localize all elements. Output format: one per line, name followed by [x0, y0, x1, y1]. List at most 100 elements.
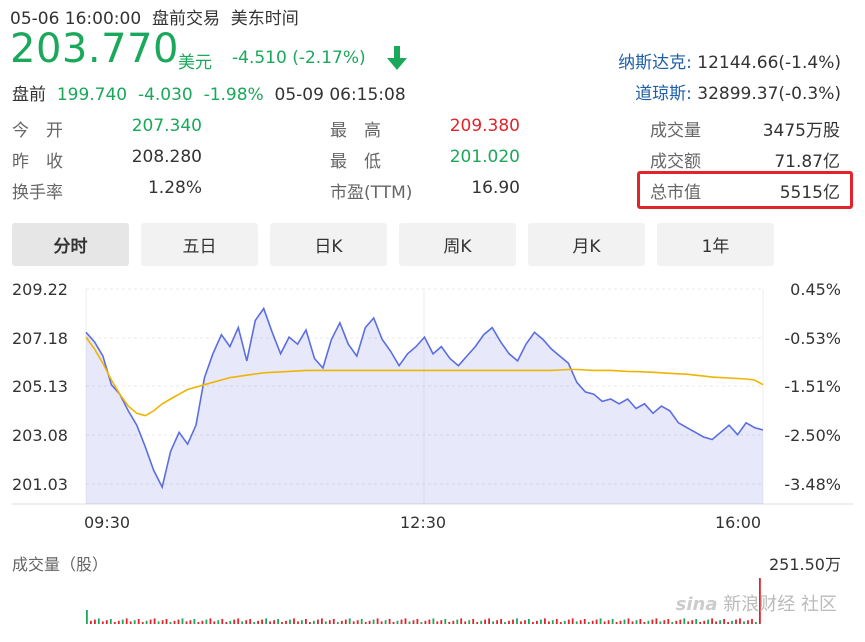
volume-bar [428, 619, 431, 624]
volume-bar [404, 618, 407, 624]
volume-bar [189, 620, 192, 624]
volume-bar [193, 619, 196, 624]
volume-bar [380, 621, 383, 624]
volume-bar [488, 618, 490, 624]
volume-bar [109, 619, 112, 624]
volume-bar [755, 622, 757, 624]
volume-bar [591, 620, 594, 624]
volume-bar [217, 620, 220, 624]
volume-bar [540, 619, 542, 624]
volume-bar [177, 619, 180, 624]
volume-bar [504, 622, 506, 624]
volume-bar [727, 622, 729, 624]
volume-bar [301, 620, 303, 624]
volume-bar [583, 619, 586, 624]
volume-bar [348, 618, 351, 624]
volume-bar [90, 620, 92, 624]
volume-bar [484, 619, 486, 624]
volume-bar [667, 619, 670, 624]
volume-bar [205, 619, 208, 624]
volume-bar [396, 620, 399, 624]
volume-bar [520, 621, 522, 624]
volume-bar [344, 619, 347, 624]
volume-bar [623, 619, 626, 624]
volume-bar [117, 620, 120, 624]
volume-bar [408, 621, 411, 624]
volume-bar [392, 622, 395, 624]
volume-bar [388, 619, 391, 624]
volume-bar [197, 622, 200, 624]
volume-bar [328, 620, 331, 624]
volume-bar [336, 622, 339, 624]
volume-bar [424, 620, 427, 624]
volume-bar [94, 619, 96, 624]
volume-bar [460, 618, 463, 624]
volume-bar [671, 622, 674, 624]
volume-bar [472, 619, 475, 624]
volume-bar [400, 619, 403, 624]
volume-bar [129, 621, 132, 624]
volume-bar [715, 621, 717, 624]
volume-bar [165, 619, 168, 624]
volume-max: 251.50万 [769, 555, 841, 574]
volume-bar [297, 621, 299, 624]
volume-bar [161, 620, 164, 624]
volume-bar [137, 619, 140, 624]
volume-bar [384, 620, 387, 624]
volume-bar [607, 620, 610, 624]
volume-bar [305, 619, 307, 624]
volume-bar [703, 620, 706, 624]
volume-bar [141, 622, 144, 624]
volume-bar [444, 619, 447, 624]
volume-bar [440, 620, 443, 624]
volume-bar [249, 619, 252, 624]
volume-bar [655, 618, 658, 624]
volume-bar [436, 621, 439, 624]
volume-bar [265, 618, 267, 624]
volume-bar [571, 618, 574, 624]
volume-bar [695, 619, 698, 624]
volume-bar [563, 620, 566, 624]
volume-bar [181, 618, 184, 624]
volume-bar [675, 620, 678, 624]
volume-bar [711, 618, 713, 624]
volume-bar [611, 619, 614, 624]
volume-bar [512, 619, 514, 624]
volume-bar [416, 619, 419, 624]
volume-bar [376, 618, 379, 624]
volume-bar [225, 622, 228, 624]
volume-bar [528, 619, 530, 624]
volume-bar [739, 618, 741, 624]
volume-bar [595, 619, 598, 624]
volume-bar [201, 620, 204, 624]
watermark: sina 新浪财经 社区 [675, 594, 837, 615]
volume-bar [432, 618, 435, 624]
volume-bar [97, 618, 100, 624]
volume-bars [86, 578, 761, 624]
volume-bar [567, 619, 570, 624]
volume-bar [105, 620, 108, 624]
volume-bar [707, 619, 709, 624]
volume-bar [719, 620, 721, 624]
volume-bar [101, 621, 104, 624]
volume-bar [679, 619, 682, 624]
volume-bar [273, 620, 275, 624]
volume-bar [313, 620, 315, 624]
volume-bar [639, 619, 642, 624]
volume-bar [125, 618, 128, 624]
volume-bar [237, 618, 240, 624]
volume-bar [559, 622, 562, 624]
price-chart[interactable] [0, 0, 865, 642]
volume-bar [743, 621, 745, 624]
volume-bar [113, 622, 116, 624]
volume-bar [516, 618, 518, 624]
volume-bar [277, 619, 279, 624]
volume-bar [309, 622, 311, 624]
volume-bar [245, 620, 248, 624]
volume-bar [448, 622, 451, 624]
volume-bar [476, 622, 479, 624]
volume-bar [536, 620, 538, 624]
volume-bar [121, 619, 124, 624]
volume-bar [173, 620, 176, 624]
volume-bar [544, 618, 546, 624]
